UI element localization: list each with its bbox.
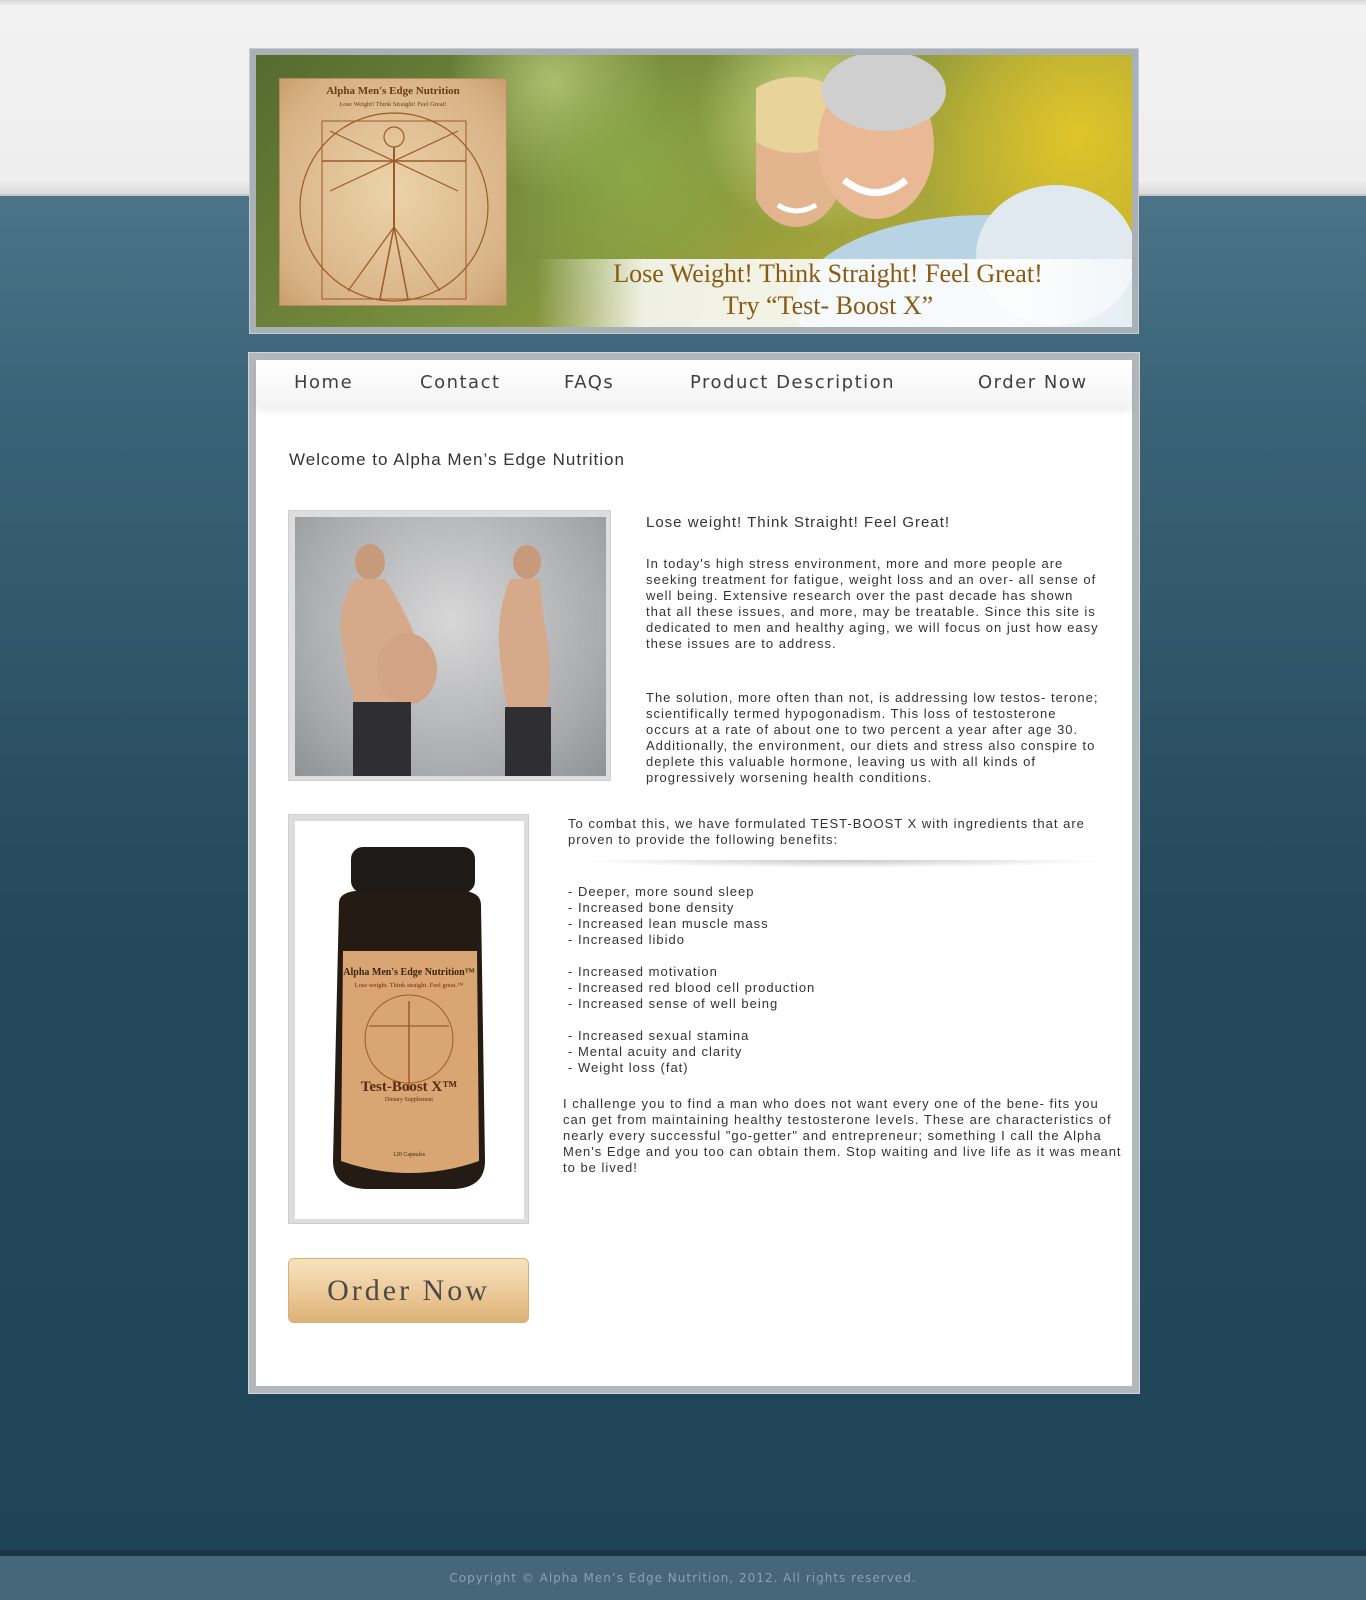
list-item: - Increased libido <box>568 932 685 947</box>
supplement-bottle-image: Alpha Men's Edge Nutrition™ Lose weight.… <box>333 847 485 1189</box>
list-item: - Deeper, more sound sleep <box>568 884 755 899</box>
content-frame: Home Contact FAQs Product Description Or… <box>248 352 1140 1394</box>
product-bottle-photo: Alpha Men's Edge Nutrition™ Lose weight.… <box>295 821 524 1219</box>
brand-logo: Alpha Men's Edge Nutrition Lose Weight! … <box>279 78 507 306</box>
list-item: - Mental acuity and clarity <box>568 1044 743 1059</box>
solution-paragraph: The solution, more often than not, is ad… <box>646 690 1099 785</box>
vitruvian-man-icon <box>299 112 489 302</box>
page-title: Welcome to Alpha Men’s Edge Nutrition <box>289 450 625 469</box>
list-item: - Increased red blood cell production <box>568 980 816 995</box>
hero-banner: Alpha Men's Edge Nutrition Lose Weight! … <box>249 48 1139 334</box>
banner-product-tagline: Try “Test- Boost X” <box>722 291 934 320</box>
list-item: - Weight loss (fat) <box>568 1060 689 1075</box>
logo-subtitle: Lose Weight! Think Straight! Feel Great! <box>339 101 447 108</box>
order-now-button[interactable]: Order Now <box>288 1258 529 1323</box>
nav-faqs[interactable]: FAQs <box>564 372 614 393</box>
list-item: - Increased sense of well being <box>568 996 779 1011</box>
nav-order-now[interactable]: Order Now <box>978 372 1088 393</box>
product-photo-frame: Alpha Men's Edge Nutrition™ Lose weight.… <box>288 814 529 1224</box>
list-item: - Increased sexual stamina <box>568 1028 750 1043</box>
nav-product-description[interactable]: Product Description <box>690 372 895 393</box>
bottle-count: 120 Capsules <box>393 1152 426 1158</box>
list-item: - Increased lean muscle mass <box>568 916 769 931</box>
bottle-product-name: Test-Boost X™ <box>361 1079 458 1095</box>
bottle-brand: Alpha Men's Edge Nutrition™ <box>343 967 474 978</box>
bottle-slogan: Lose weight. Think straight. Feel great.… <box>355 982 464 989</box>
content-area: Home Contact FAQs Product Description Or… <box>256 360 1132 1386</box>
nav-contact[interactable]: Contact <box>420 372 501 393</box>
copyright-text: Copyright © Alpha Men’s Edge Nutrition, … <box>449 1571 917 1585</box>
benefits-list: - Deeper, more sound sleep - Increased b… <box>568 884 815 1076</box>
logo-title: Alpha Men's Edge Nutrition <box>326 85 460 97</box>
section-heading: Lose weight! Think Straight! Feel Great! <box>646 514 951 531</box>
main-nav: Home Contact FAQs Product Description Or… <box>256 360 1132 406</box>
hero-image: Alpha Men's Edge Nutrition Lose Weight! … <box>256 55 1132 327</box>
intro-paragraph: In today's high stress environment, more… <box>646 556 1099 651</box>
list-item: - Increased bone density <box>568 900 735 915</box>
benefits-intro: To combat this, we have formulated TEST-… <box>568 816 1085 847</box>
list-item: - Increased motivation <box>568 964 718 979</box>
banner-tagline: Lose Weight! Think Straight! Feel Great! <box>613 259 1043 288</box>
before-after-photo-frame <box>288 510 611 781</box>
bottle-type: Dietary Supplement <box>385 1097 433 1103</box>
challenge-paragraph: I challenge you to find a man who does n… <box>563 1096 1122 1175</box>
section-divider <box>578 860 1108 868</box>
nav-home[interactable]: Home <box>294 372 353 393</box>
before-after-photo <box>295 517 606 776</box>
before-after-image <box>340 544 551 776</box>
